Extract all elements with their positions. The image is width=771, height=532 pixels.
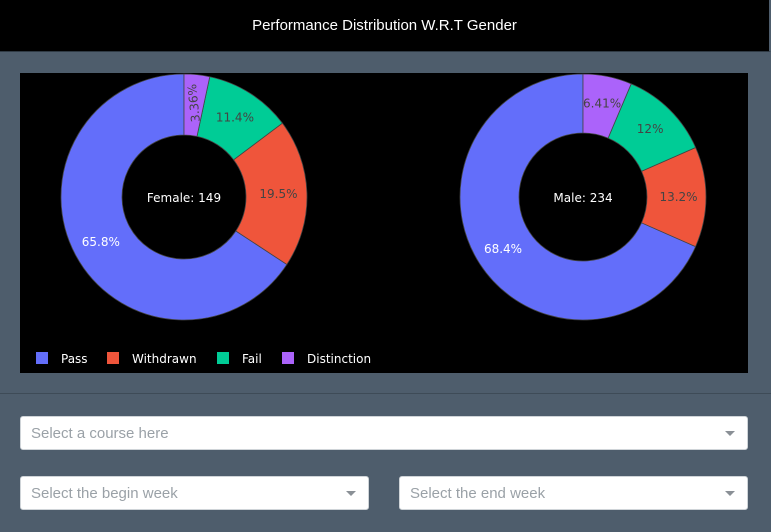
legend-label: Pass — [61, 352, 88, 366]
legend-label: Fail — [242, 352, 262, 366]
legend-swatch — [217, 352, 229, 364]
divider — [0, 393, 771, 394]
chart-svg: 65.8%19.5%11.4%3.36%Female: 14968.4%13.2… — [36, 73, 707, 366]
end-week-dropdown[interactable]: Select the end week — [399, 476, 748, 510]
legend-item-pass[interactable]: Pass — [36, 352, 88, 366]
legend-item-withdrawn[interactable]: Withdrawn — [107, 352, 197, 366]
slice-data-label: 19.5% — [259, 187, 297, 201]
slice-data-label: 68.4% — [484, 242, 522, 256]
legend-label: Withdrawn — [132, 352, 197, 366]
legend-swatch — [36, 352, 48, 364]
begin-week-dropdown[interactable]: Select the begin week — [20, 476, 369, 510]
legend-swatch — [282, 352, 294, 364]
course-dropdown[interactable]: Select a course here — [20, 416, 748, 450]
end-week-dropdown-placeholder: Select the end week — [410, 484, 546, 502]
chevron-down-icon[interactable] — [725, 490, 735, 496]
chevron-down-icon[interactable] — [346, 490, 356, 496]
gender-performance-chart: 65.8% 19.5% 11.4% 3.36% Female: 149 68.4% 13.2… — [20, 73, 748, 373]
begin-week-dropdown-placeholder: Select the begin week — [31, 484, 178, 502]
slice-data-label: 12% — [637, 122, 664, 136]
pie-center-label: Male: 234 — [553, 191, 612, 205]
slice-data-label: 11.4% — [216, 110, 254, 124]
legend-swatch — [107, 352, 119, 364]
slice-data-label: 13.2% — [659, 190, 697, 204]
slice-data-label: 65.8% — [82, 235, 120, 249]
chevron-down-icon[interactable] — [725, 430, 735, 436]
course-dropdown-placeholder: Select a course here — [31, 424, 169, 442]
page-title: Performance Distribution W.R.T Gender — [252, 17, 517, 34]
pie-center-label: Female: 149 — [147, 191, 221, 205]
slice-data-label: 6.41% — [583, 96, 621, 110]
page-header: Performance Distribution W.R.T Gender — [0, 0, 771, 52]
legend-item-distinction[interactable]: Distinction — [282, 352, 371, 366]
legend-item-fail[interactable]: Fail — [217, 352, 262, 366]
legend-label: Distinction — [307, 352, 371, 366]
